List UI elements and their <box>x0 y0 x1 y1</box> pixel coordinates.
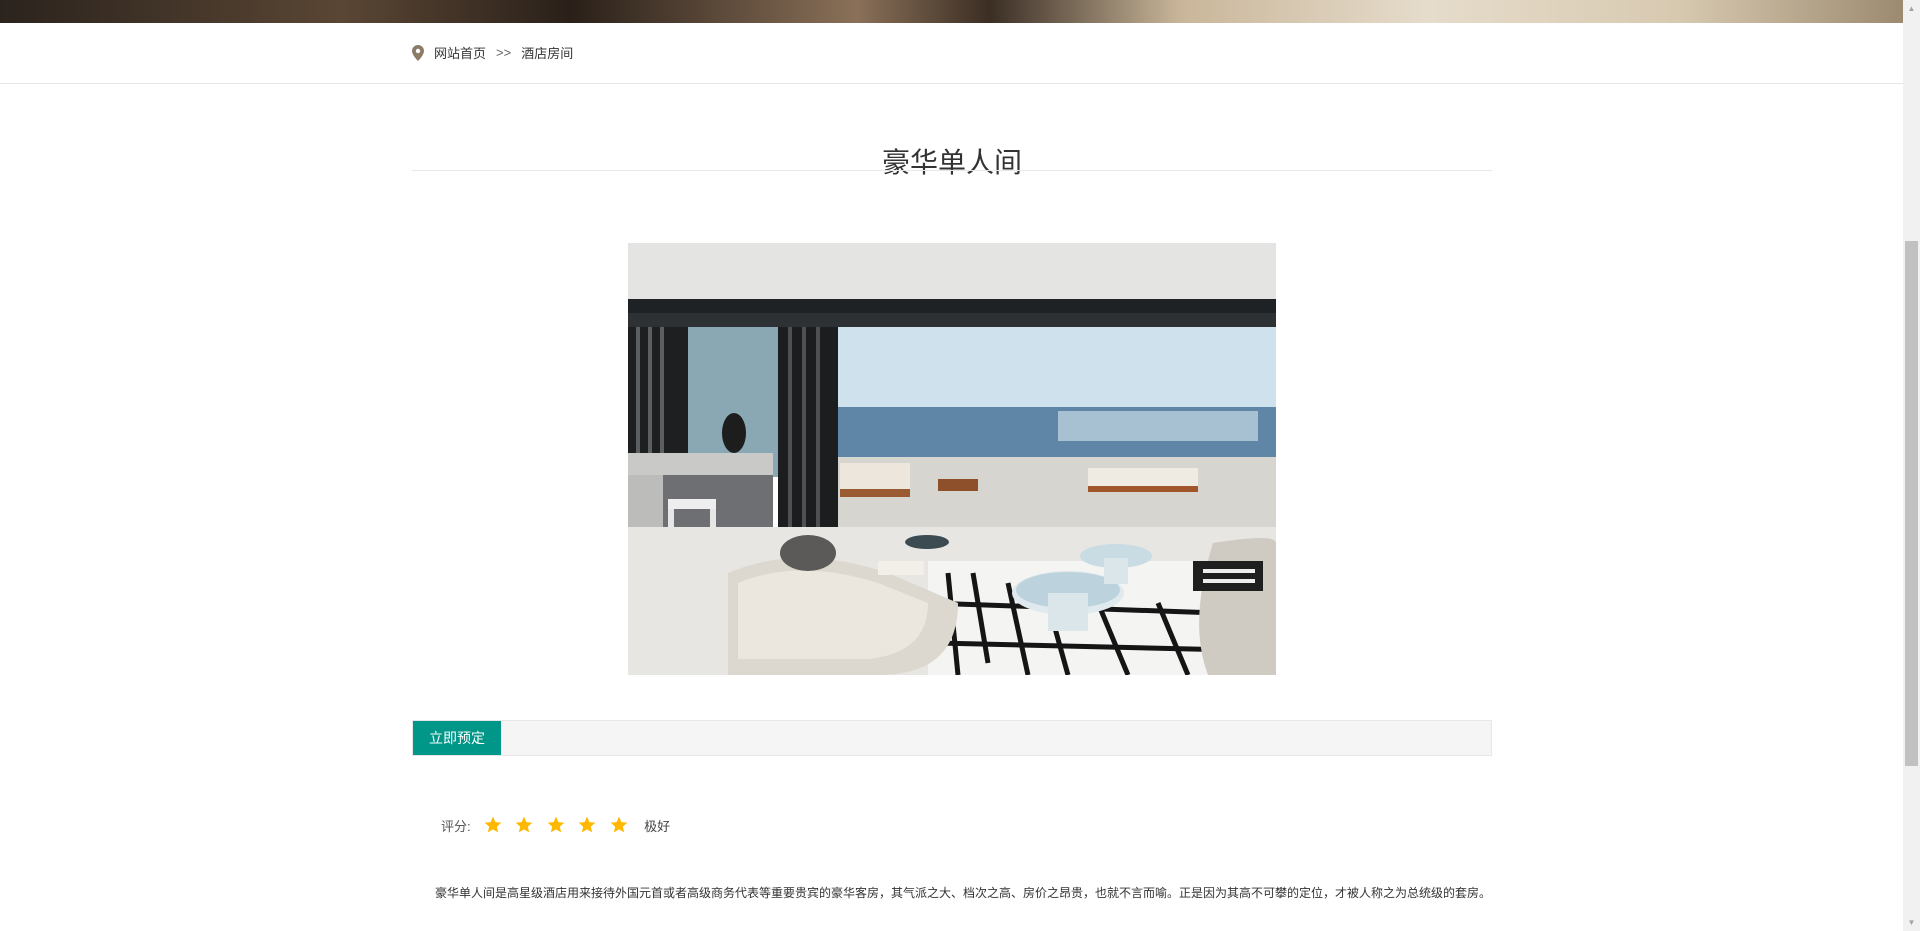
star-icon[interactable] <box>577 815 597 835</box>
book-now-button[interactable]: 立即预定 <box>413 721 501 755</box>
room-description: 豪华单人间是高星级酒店用来接待外国元首或者高级商务代表等重要贵宾的豪华客房，其气… <box>435 886 1492 900</box>
top-banner-image <box>0 0 1904 23</box>
star-icon[interactable] <box>609 815 629 835</box>
rating-label: 评分: <box>441 818 471 834</box>
title-divider <box>412 170 1492 171</box>
vertical-scrollbar[interactable]: ▲ ▼ <box>1903 0 1920 931</box>
breadcrumb: 网站首页 >> 酒店房间 <box>412 43 573 62</box>
rating-stars[interactable] <box>483 815 641 835</box>
scroll-up-arrow-icon[interactable]: ▲ <box>1903 0 1920 17</box>
breadcrumb-bar: 网站首页 >> 酒店房间 <box>0 23 1904 84</box>
rating-text: 极好 <box>644 818 671 834</box>
booking-tab-bar: 立即预定 <box>412 720 1492 756</box>
location-pin-icon <box>412 44 424 61</box>
breadcrumb-current-link[interactable]: 酒店房间 <box>521 43 573 62</box>
room-photo <box>628 243 1276 675</box>
scroll-down-arrow-icon[interactable]: ▼ <box>1903 914 1920 931</box>
breadcrumb-home-link[interactable]: 网站首页 <box>434 43 486 62</box>
star-icon[interactable] <box>514 815 534 835</box>
star-icon[interactable] <box>546 815 566 835</box>
scrollbar-thumb[interactable] <box>1905 241 1918 766</box>
page-title: 豪华单人间 <box>881 146 1022 178</box>
rating: 评分: 极好 <box>441 815 670 835</box>
star-icon[interactable] <box>483 815 503 835</box>
breadcrumb-separator: >> <box>496 45 512 60</box>
